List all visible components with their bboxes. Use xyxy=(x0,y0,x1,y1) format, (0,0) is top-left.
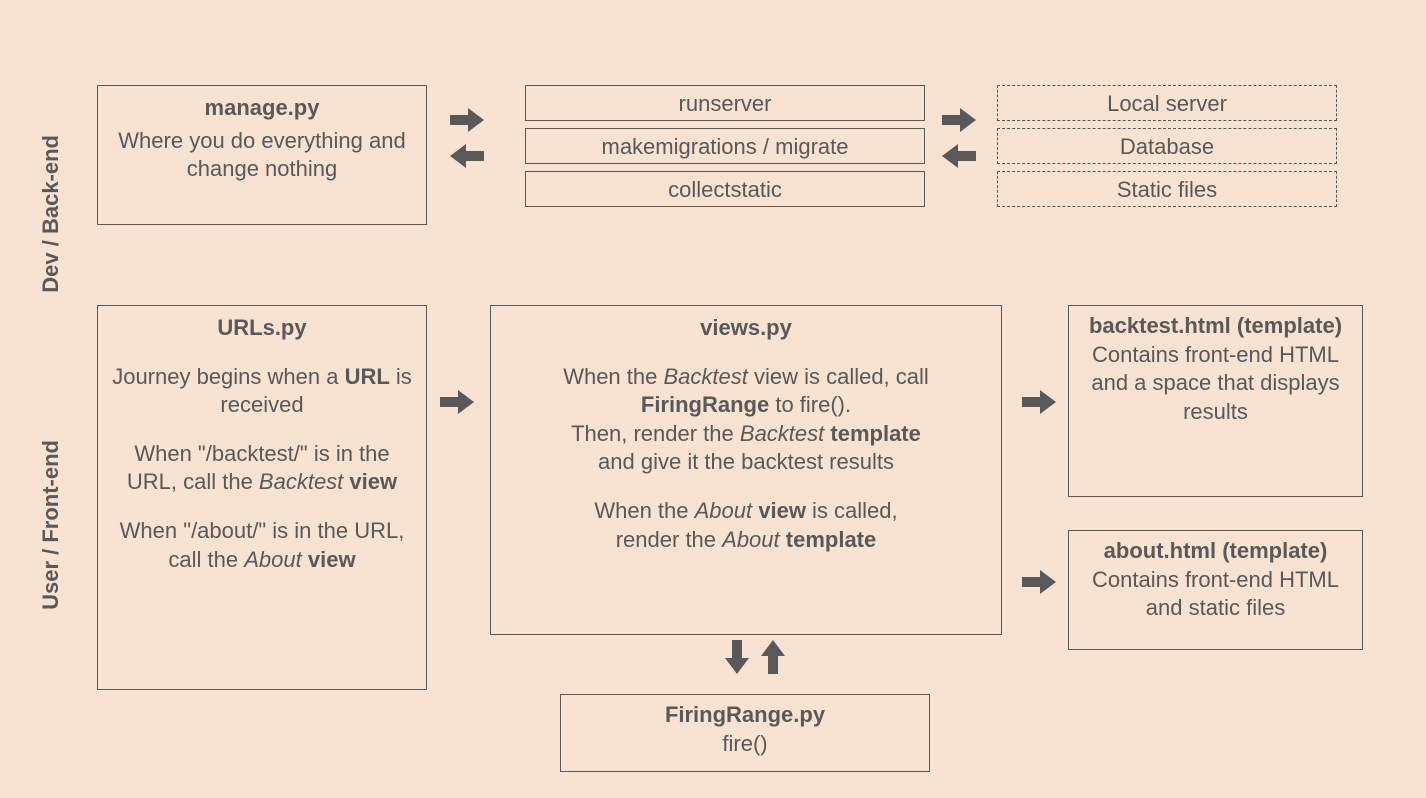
box-migrate: makemigrations / migrate xyxy=(525,128,925,164)
arrow-down-icon xyxy=(725,640,749,674)
box-firingrange-py: FiringRange.py fire() xyxy=(560,694,930,772)
box-title: URLs.py xyxy=(108,314,416,343)
box-title: FiringRange.py xyxy=(567,701,923,730)
urls-p3: When "/about/" is in the URL, call the A… xyxy=(108,517,416,574)
box-runserver: runserver xyxy=(525,85,925,121)
views-l5: When the About view is called, xyxy=(501,497,991,526)
section-label-user: User / Front-end xyxy=(38,440,64,610)
arrow-up-icon xyxy=(761,640,785,674)
box-static-files: Static files xyxy=(997,171,1337,207)
views-l6: render the About template xyxy=(501,526,991,555)
views-l3: Then, render the Backtest template xyxy=(501,420,991,449)
urls-p2: When "/backtest/" is in the URL, call th… xyxy=(108,440,416,497)
views-l2: FiringRange to fire(). xyxy=(501,391,991,420)
arrow-right-icon xyxy=(1022,570,1056,594)
arrow-left-icon xyxy=(450,144,484,168)
box-title: backtest.html (template) xyxy=(1077,312,1354,341)
arrow-left-icon xyxy=(942,144,976,168)
box-title: manage.py xyxy=(108,94,416,123)
box-backtest-template: backtest.html (template) Contains front-… xyxy=(1068,305,1363,497)
box-body: fire() xyxy=(567,730,923,759)
box-collectstatic: collectstatic xyxy=(525,171,925,207)
box-body: Contains front-end HTML and static files xyxy=(1077,566,1354,623)
views-l1: When the Backtest view is called, call xyxy=(501,363,991,392)
section-label-dev: Dev / Back-end xyxy=(38,135,64,293)
box-title: views.py xyxy=(501,314,991,343)
box-title: about.html (template) xyxy=(1077,537,1354,566)
box-body: Where you do everything and change nothi… xyxy=(108,127,416,184)
arrow-right-icon xyxy=(942,108,976,132)
box-views-py: views.py When the Backtest view is calle… xyxy=(490,305,1002,635)
box-local-server: Local server xyxy=(997,85,1337,121)
box-body: Contains front-end HTML and a space that… xyxy=(1077,341,1354,427)
views-l4: and give it the backtest results xyxy=(501,448,991,477)
urls-p1: Journey begins when a URL is received xyxy=(108,363,416,420)
box-about-template: about.html (template) Contains front-end… xyxy=(1068,530,1363,650)
box-manage-py: manage.py Where you do everything and ch… xyxy=(97,85,427,225)
arrow-right-icon xyxy=(1022,390,1056,414)
arrow-right-icon xyxy=(440,390,474,414)
arrow-right-icon xyxy=(450,108,484,132)
box-urls-py: URLs.py Journey begins when a URL is rec… xyxy=(97,305,427,690)
box-database: Database xyxy=(997,128,1337,164)
